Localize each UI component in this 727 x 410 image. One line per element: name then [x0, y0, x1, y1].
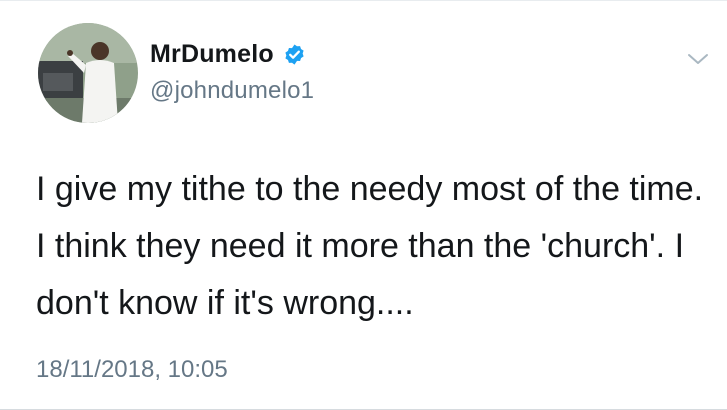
verified-badge-icon	[283, 43, 306, 66]
display-name[interactable]: MrDumelo	[150, 40, 274, 69]
username-handle[interactable]: @johndumelo1	[150, 77, 314, 105]
tweet-card: MrDumelo @johndumelo1 I give my tithe to…	[0, 0, 727, 410]
tweet-author[interactable]: MrDumelo @johndumelo1	[150, 37, 314, 105]
chevron-down-icon[interactable]	[685, 49, 711, 69]
tweet-text: I give my tithe to the needy most of the…	[36, 170, 704, 322]
tweet-timestamp[interactable]: 18/11/2018, 10:05	[36, 356, 228, 384]
avatar[interactable]	[38, 23, 138, 123]
avatar-photo	[38, 23, 138, 123]
